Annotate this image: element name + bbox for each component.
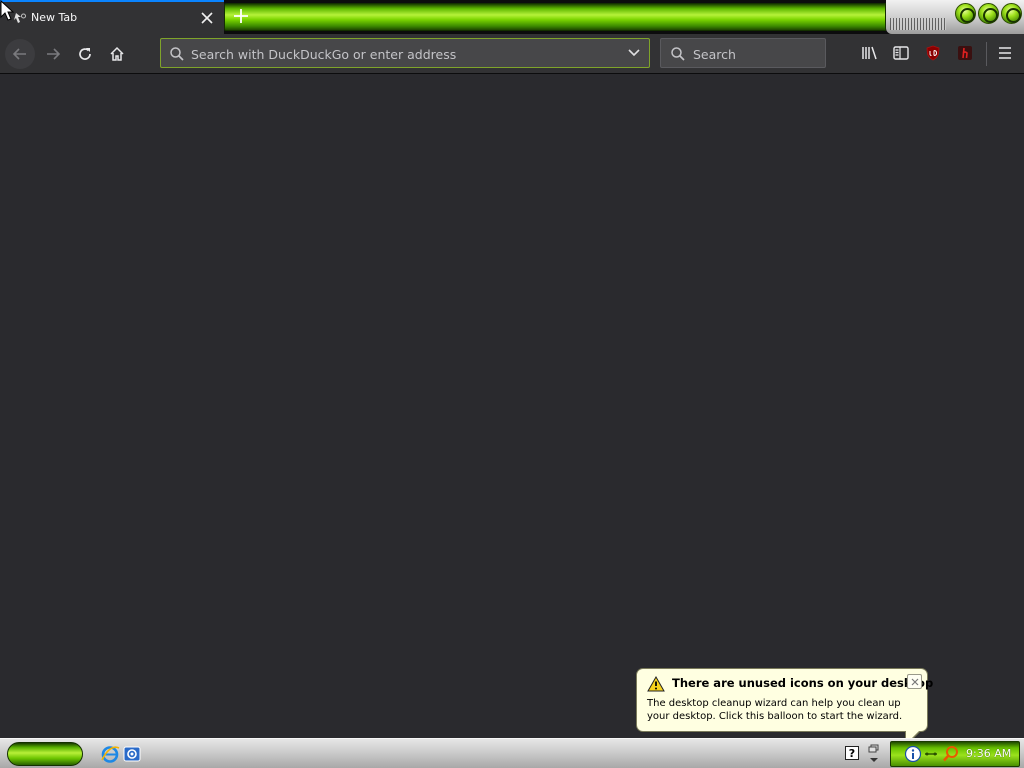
close-icon	[201, 12, 213, 24]
ublock-icon	[926, 45, 940, 61]
maximize-button[interactable]	[978, 3, 999, 24]
desktop-cleanup-tray-icon[interactable]	[904, 745, 922, 763]
search-bar[interactable]	[660, 38, 826, 68]
library-button[interactable]	[859, 42, 881, 64]
back-icon	[12, 48, 26, 60]
close-icon	[911, 678, 918, 685]
outlook-express-icon[interactable]	[122, 744, 142, 764]
reload-button[interactable]	[70, 39, 100, 69]
svg-text:?: ?	[849, 747, 855, 760]
start-button[interactable]	[7, 742, 83, 766]
balloon-text: The desktop cleanup wizard can help you …	[647, 698, 903, 722]
tab-strip: New Tab	[0, 0, 1024, 34]
menu-icon	[999, 47, 1011, 59]
balloon-close-button[interactable]	[907, 674, 922, 689]
navigation-toolbar	[0, 34, 1024, 74]
plus-icon	[234, 9, 248, 23]
tab-title: New Tab	[31, 11, 78, 24]
search-icon	[671, 47, 685, 61]
page-content	[0, 75, 1024, 738]
network-tray-icon[interactable]	[924, 749, 938, 759]
sidebar-icon	[893, 46, 909, 60]
extension-button[interactable]	[954, 42, 976, 64]
taskbar: ? 9:36 AM	[0, 738, 1024, 768]
help-icon[interactable]: ?	[845, 746, 859, 760]
menu-button[interactable]	[994, 42, 1016, 64]
search-icon	[170, 47, 184, 61]
tab-strip-background	[224, 3, 886, 31]
taskbar-clock: 9:36 AM	[966, 747, 1012, 760]
home-button[interactable]	[102, 39, 132, 69]
address-input[interactable]	[191, 45, 611, 63]
tab-new-tab[interactable]: New Tab	[0, 0, 224, 34]
chevron-down-icon[interactable]	[627, 47, 641, 59]
ublock-button[interactable]	[922, 42, 944, 64]
warning-icon	[647, 676, 665, 692]
new-tab-button[interactable]	[230, 5, 252, 27]
library-icon	[862, 46, 877, 60]
search-input[interactable]	[693, 45, 817, 63]
toolbar-separator	[986, 42, 987, 66]
reload-icon	[79, 48, 91, 60]
internet-explorer-icon[interactable]	[100, 744, 120, 764]
notification-balloon[interactable]: There are unused icons on your desktop T…	[636, 668, 933, 732]
sidebar-button[interactable]	[890, 42, 912, 64]
caption-grip	[890, 18, 946, 30]
window-close-button[interactable]	[1001, 3, 1022, 24]
tab-close-button[interactable]	[198, 9, 216, 27]
extension-icon	[958, 46, 972, 60]
balloon-title: There are unused icons on your desktop	[672, 676, 934, 690]
address-bar[interactable]	[160, 38, 650, 68]
forward-button[interactable]	[38, 39, 68, 69]
search-tray-icon[interactable]	[942, 745, 960, 763]
home-icon	[110, 46, 124, 61]
back-button[interactable]	[5, 39, 35, 69]
minimize-button[interactable]	[955, 3, 976, 24]
show-desktop-icon[interactable]	[868, 743, 880, 765]
forward-icon	[47, 48, 61, 60]
mouse-cursor-icon	[0, 0, 15, 21]
